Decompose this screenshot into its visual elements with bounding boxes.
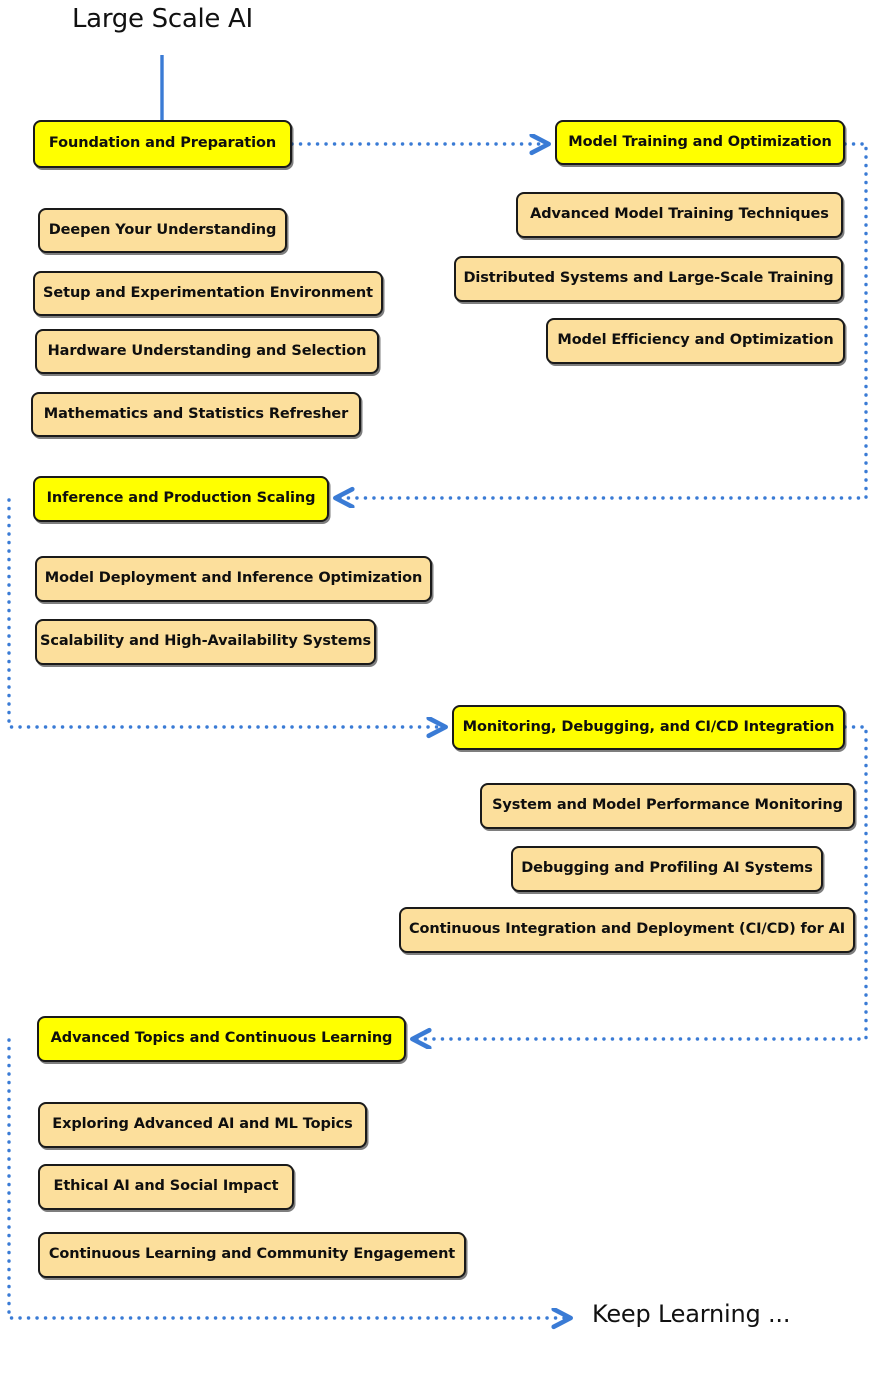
- topic-node-training-0[interactable]: Advanced Model Training Techniques: [516, 192, 843, 238]
- topic-node-monitoring-2[interactable]: Continuous Integration and Deployment (C…: [399, 907, 855, 953]
- topic-node-advanced-1[interactable]: Ethical AI and Social Impact: [38, 1164, 294, 1210]
- topic-node-inference-0[interactable]: Model Deployment and Inference Optimizat…: [35, 556, 432, 602]
- node-label: Exploring Advanced AI and ML Topics: [52, 1116, 353, 1133]
- phase-node-training[interactable]: Model Training and Optimization: [555, 120, 845, 165]
- topic-node-inference-1[interactable]: Scalability and High-Availability System…: [35, 619, 376, 665]
- keep-learning-label: Keep Learning ...: [592, 1300, 791, 1328]
- topic-node-foundation-3[interactable]: Mathematics and Statistics Refresher: [31, 392, 361, 437]
- edge-inference-to-monitoring: [7, 498, 445, 727]
- node-label: Hardware Understanding and Selection: [47, 342, 367, 359]
- node-label: Model Efficiency and Optimization: [557, 332, 834, 349]
- node-label: Setup and Experimentation Environment: [43, 284, 373, 301]
- phase-node-monitoring[interactable]: Monitoring, Debugging, and CI/CD Integra…: [452, 705, 845, 750]
- topic-node-foundation-2[interactable]: Hardware Understanding and Selection: [35, 329, 379, 374]
- node-label: Model Training and Optimization: [568, 133, 832, 150]
- node-label: Deepen Your Understanding: [48, 221, 277, 238]
- node-label: Model Deployment and Inference Optimizat…: [44, 570, 423, 587]
- topic-node-monitoring-0[interactable]: System and Model Performance Monitoring: [480, 783, 855, 829]
- phase-node-advanced[interactable]: Advanced Topics and Continuous Learning: [37, 1016, 406, 1062]
- topic-node-training-2[interactable]: Model Efficiency and Optimization: [546, 318, 845, 364]
- topic-node-monitoring-1[interactable]: Debugging and Profiling AI Systems: [511, 846, 823, 892]
- node-label: Mathematics and Statistics Refresher: [43, 405, 349, 422]
- node-label: Advanced Model Training Techniques: [530, 206, 829, 223]
- node-label: Continuous Learning and Community Engage…: [48, 1246, 456, 1263]
- node-label: Inference and Production Scaling: [46, 490, 316, 507]
- topic-node-advanced-2[interactable]: Continuous Learning and Community Engage…: [38, 1232, 466, 1278]
- node-label: Foundation and Preparation: [48, 135, 277, 152]
- node-label: Scalability and High-Availability System…: [40, 633, 371, 650]
- node-label: System and Model Performance Monitoring: [492, 797, 843, 814]
- topic-node-training-1[interactable]: Distributed Systems and Large-Scale Trai…: [454, 256, 843, 302]
- diagram-title: Large Scale AI: [72, 4, 253, 34]
- node-label: Monitoring, Debugging, and CI/CD Integra…: [462, 718, 835, 735]
- phase-node-foundation[interactable]: Foundation and Preparation: [33, 120, 292, 168]
- topic-node-advanced-0[interactable]: Exploring Advanced AI and ML Topics: [38, 1102, 367, 1148]
- topic-node-foundation-0[interactable]: Deepen Your Understanding: [38, 208, 287, 253]
- phase-node-inference[interactable]: Inference and Production Scaling: [33, 476, 329, 522]
- node-label: Continuous Integration and Deployment (C…: [408, 921, 846, 938]
- node-label: Distributed Systems and Large-Scale Trai…: [463, 270, 834, 287]
- topic-node-foundation-1[interactable]: Setup and Experimentation Environment: [33, 271, 383, 316]
- node-label: Debugging and Profiling AI Systems: [521, 860, 813, 877]
- node-label: Ethical AI and Social Impact: [53, 1178, 279, 1195]
- node-label: Advanced Topics and Continuous Learning: [50, 1030, 393, 1047]
- flowchart-canvas: Large Scale AI Foundation and Preparatio…: [0, 0, 892, 1373]
